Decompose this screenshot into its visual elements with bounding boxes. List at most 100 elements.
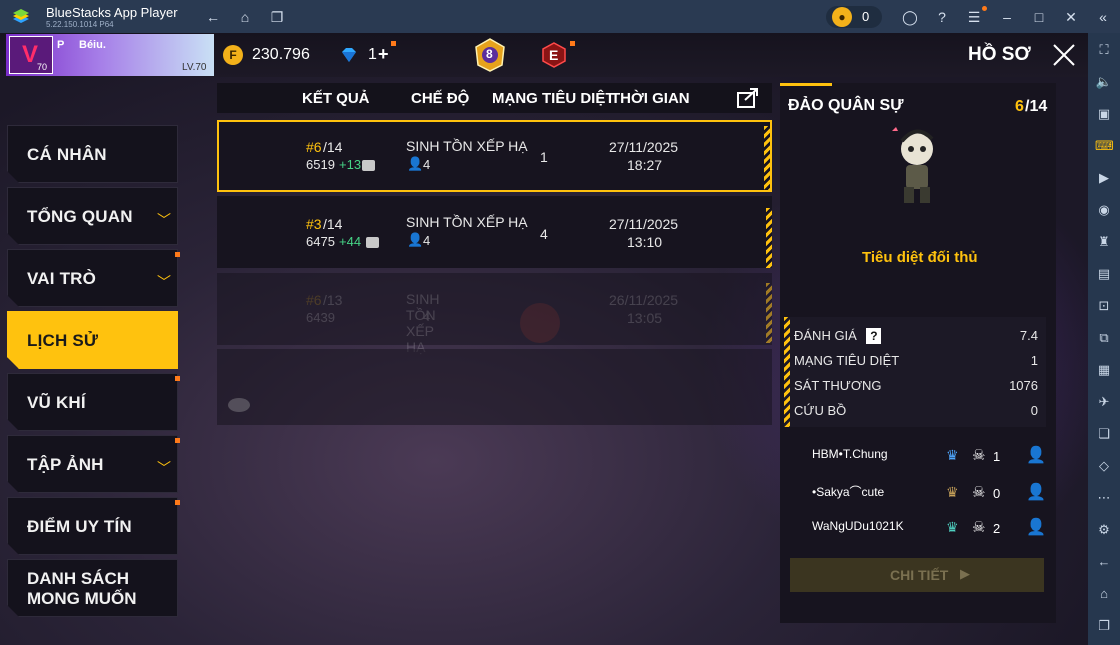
top-hud: V 70 P Béiu. LV.70 F 230.796 1 + 8 E HỒ … <box>0 33 1088 77</box>
stat-row-kills: MẠNG TIÊU DIỆT 1 <box>794 353 1038 368</box>
menu-icon[interactable]: ☰ <box>965 8 983 26</box>
teammate-name: •Sakya⌒cute <box>812 485 885 499</box>
menu-item-vai-tro[interactable]: VAI TRÒ ﹀ <box>7 249 178 307</box>
android-home-icon[interactable]: ⌂ <box>1095 585 1113 603</box>
add-friend-icon[interactable]: 👤 <box>1026 517 1046 537</box>
apk-icon[interactable]: ▤ <box>1095 265 1113 283</box>
match-rank-total: /14 <box>323 139 343 155</box>
keyboard-icon[interactable]: ⌨ <box>1095 137 1114 155</box>
multi-instance-icon[interactable]: ❏ <box>1095 425 1113 443</box>
match-kills: 4 <box>540 226 548 242</box>
minimize-icon[interactable]: – <box>998 8 1016 26</box>
elite-pass-icon[interactable]: E <box>541 42 567 68</box>
close-icon[interactable] <box>1050 41 1078 69</box>
gold-coin-icon: F <box>223 45 243 65</box>
party-icon: 👤 <box>407 232 424 247</box>
menu-item-ca-nhan[interactable]: CÁ NHÂN <box>7 125 178 183</box>
teammate-row: •Sakya⌒cute <box>812 483 884 500</box>
party-size: 4 <box>423 233 431 248</box>
airplane-icon[interactable]: ✈ <box>1095 393 1113 411</box>
match-date: 27/11/2025 <box>609 216 679 232</box>
collapse-sidebar-icon[interactable]: « <box>1094 8 1112 26</box>
screenshot-icon[interactable]: ⊡ <box>1095 297 1113 315</box>
stat-label: ĐÁNH GIÁ <box>794 328 857 343</box>
match-score-gain: +44 <box>339 234 362 249</box>
rank-badge-icon[interactable]: 8 <box>472 37 508 73</box>
menu-item-tap-anh[interactable]: TẬP ẢNH ﹀ <box>7 435 178 493</box>
placement-total: /14 <box>1025 98 1048 115</box>
match-row[interactable] <box>217 273 772 345</box>
share-icon[interactable] <box>736 85 762 109</box>
menu-item-diem-uy-tin[interactable]: ĐIỂM UY TÍN <box>7 497 178 555</box>
gamepad-icon[interactable]: ♜ <box>1095 233 1113 251</box>
diamond-add-button[interactable]: + <box>378 44 389 65</box>
teammate-row: WaNgUDu1021K <box>812 519 904 533</box>
rating-help-icon[interactable]: ? <box>866 328 882 344</box>
record-icon[interactable]: ▶ <box>1095 169 1113 187</box>
resize-icon[interactable]: ⧉ <box>1095 329 1113 347</box>
player-name: Béiu. <box>79 39 106 51</box>
menu-item-danh-sach-mong-muon[interactable]: DANH SÁCH MONG MUỐN <box>7 559 178 617</box>
chevron-down-icon: ﹀ <box>157 212 171 228</box>
menu-item-label: DANH SÁCH <box>27 569 129 588</box>
menu-item-tong-quan[interactable]: TỔNG QUAN ﹀ <box>7 187 178 245</box>
notification-dot <box>175 252 180 257</box>
match-time: 13:05 <box>627 310 663 326</box>
emulator-title: BlueStacks App Player <box>46 5 178 20</box>
player-banner[interactable]: V 70 P Béiu. LV.70 <box>6 34 214 76</box>
match-mode: SINH TỒN XẾP HẠ <box>406 214 528 230</box>
match-time: 18:27 <box>627 157 663 173</box>
close-window-icon[interactable]: ✕ <box>1062 8 1080 26</box>
eco-icon[interactable]: ◇ <box>1095 457 1113 475</box>
row-hatch <box>766 283 772 343</box>
gallery-icon[interactable]: ▦ <box>1095 361 1113 379</box>
match-score: 6475 <box>306 234 335 249</box>
teammate-kills: 0 <box>993 486 1001 501</box>
volume-icon[interactable]: 🔈 <box>1095 73 1113 91</box>
column-header-mode: CHẾ ĐỘ <box>411 90 470 107</box>
emulator-titlebar: BlueStacks App Player 5.22.150.1014 P64 … <box>0 0 1120 33</box>
android-back-icon[interactable]: ← <box>1095 553 1113 571</box>
match-row[interactable] <box>217 120 772 192</box>
stats-hatch <box>784 317 790 427</box>
add-friend-icon[interactable]: 👤 <box>1026 482 1046 502</box>
score-detail-icon[interactable] <box>362 160 375 171</box>
coin-counter[interactable]: ● 0 <box>826 6 882 28</box>
rotate-icon[interactable]: ◉ <box>1095 201 1113 219</box>
teammate-rank-icon: ♛ <box>946 447 959 463</box>
detail-button[interactable]: CHI TIẾT ▶ <box>790 558 1044 592</box>
detail-button-label: CHI TIẾT <box>890 567 949 583</box>
menu-item-vu-khi[interactable]: VŨ KHÍ <box>7 373 178 431</box>
menu-item-lich-su[interactable]: LỊCH SỬ <box>7 311 178 369</box>
back-icon[interactable]: ← <box>204 8 222 26</box>
score-detail-icon[interactable] <box>366 237 379 248</box>
add-friend-icon[interactable]: 👤 <box>1026 445 1046 465</box>
stat-value: 7.4 <box>1019 328 1038 343</box>
fullscreen-icon[interactable]: ⛶ <box>1095 41 1113 59</box>
character-portrait <box>884 123 950 207</box>
home-icon[interactable]: ⌂ <box>236 8 254 26</box>
avatar[interactable]: V 70 <box>9 36 53 74</box>
match-rank: #3 <box>306 216 322 232</box>
more-icon[interactable]: ⋯ <box>1095 489 1113 507</box>
teammate-name: WaNgUDu1021K <box>812 519 904 533</box>
achievement-title: Tiêu diệt đối thủ <box>862 249 978 266</box>
stat-row-revives: CỨU BỒ 0 <box>794 403 1038 418</box>
help-icon[interactable]: ? <box>933 8 951 26</box>
settings-icon[interactable]: ⚙ <box>1095 521 1113 539</box>
chevron-down-icon: ﹀ <box>157 460 171 476</box>
match-mode: SINH TỒN XẾP HẠ <box>406 138 528 154</box>
game-screen: V 70 P Béiu. LV.70 F 230.796 1 + 8 E HỒ … <box>0 33 1088 645</box>
maximize-icon[interactable]: □ <box>1030 8 1048 26</box>
account-icon[interactable]: ◯ <box>901 8 919 26</box>
avatar-letter: V <box>22 41 39 68</box>
notification-dot <box>175 438 180 443</box>
windows-icon[interactable]: ❐ <box>268 8 286 26</box>
match-row[interactable] <box>217 196 772 268</box>
notification-dot <box>570 41 575 46</box>
android-recent-icon[interactable]: ❐ <box>1095 617 1113 635</box>
stat-value: 0 <box>1030 403 1038 418</box>
coin-icon: ● <box>832 7 852 27</box>
media-icon[interactable]: ▣ <box>1095 105 1113 123</box>
stat-value: 1 <box>1030 353 1038 368</box>
